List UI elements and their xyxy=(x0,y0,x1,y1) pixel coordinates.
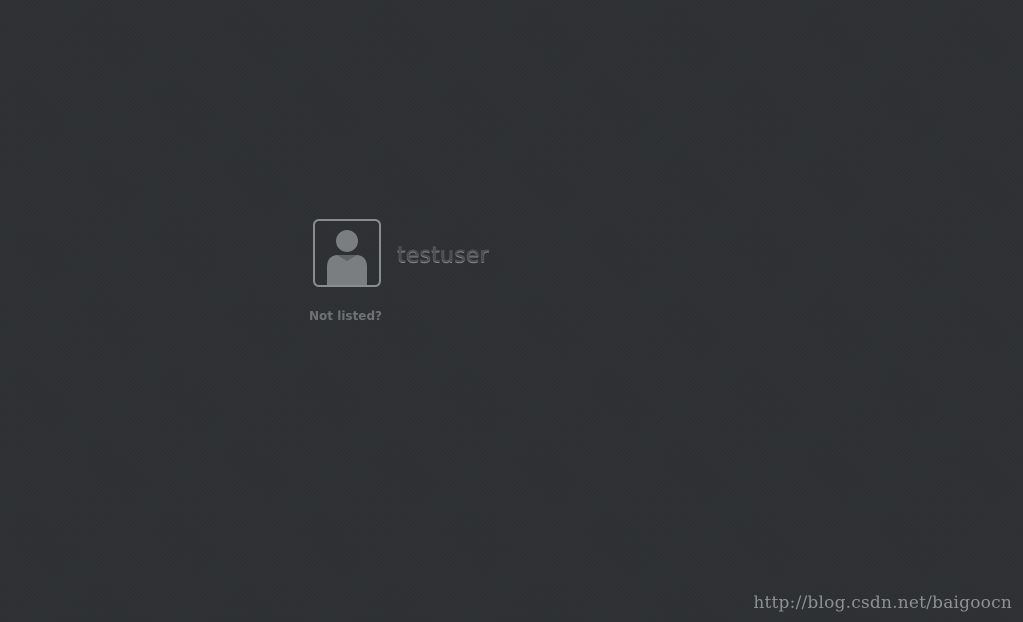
default-user-icon xyxy=(327,230,367,285)
not-listed-link[interactable]: Not listed? xyxy=(309,309,382,323)
user-avatar xyxy=(313,219,381,287)
user-entry-testuser[interactable]: testuser xyxy=(313,219,489,287)
watermark-text: http://blog.csdn.net/baigoocn xyxy=(753,593,1012,613)
login-screen: testuser Not listed? http://blog.csdn.ne… xyxy=(0,0,1023,622)
username-label: testuser xyxy=(397,242,489,268)
